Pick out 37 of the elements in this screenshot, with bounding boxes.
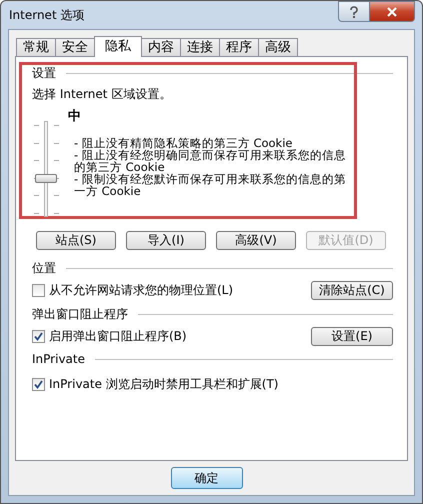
checkbox[interactable] xyxy=(32,378,45,391)
level-name: 中 xyxy=(68,108,82,125)
zone-prompt: 选择 Internet 区域设置。 xyxy=(32,86,172,103)
tab[interactable]: 安全 xyxy=(55,38,95,56)
dialog-button[interactable]: 高级(V) xyxy=(216,231,296,250)
checkbox-label[interactable]: 启用弹出窗口阻止程序(B) xyxy=(49,328,187,345)
description-line: - 限制没有经您默许而保存可用来联系您的信息的第一方 Cookie xyxy=(74,173,346,197)
question-icon xyxy=(349,6,359,18)
close-icon xyxy=(386,6,398,16)
description-line: - 阻止没有经您明确同意而保存可用来联系您的信息的第三方 Cookie xyxy=(74,149,346,173)
tab[interactable]: 常规 xyxy=(16,38,56,56)
ok-button[interactable]: 确定 xyxy=(170,467,242,489)
tab[interactable]: 程序 xyxy=(219,38,259,56)
close-button[interactable] xyxy=(369,1,415,22)
privacy-slider[interactable] xyxy=(32,121,62,217)
section-heading: 弹出窗口阻止程序 xyxy=(32,306,128,323)
tab[interactable]: 连接 xyxy=(180,38,220,56)
dialog-button[interactable]: 站点(S) xyxy=(36,231,116,250)
settings-button[interactable]: 设置(E) xyxy=(311,327,393,346)
window-title: Internet 选项 xyxy=(8,6,84,24)
check-icon xyxy=(34,380,43,389)
check-icon xyxy=(34,332,43,341)
slider-thumb[interactable] xyxy=(35,174,57,183)
checkbox[interactable] xyxy=(32,330,45,343)
description-line: - 阻止没有精简隐私策略的第三方 Cookie xyxy=(74,137,292,149)
help-button[interactable] xyxy=(338,1,369,22)
dialog-button[interactable]: 导入(I) xyxy=(126,231,206,250)
section-heading: 位置 xyxy=(32,260,56,277)
tab[interactable]: 隐私 xyxy=(94,36,142,57)
section-heading: 设置 xyxy=(32,65,56,82)
checkbox-label[interactable]: InPrivate 浏览启动时禁用工具栏和扩展(T) xyxy=(49,376,278,393)
checkbox-label[interactable]: 从不允许网站请求您的物理位置(L) xyxy=(49,282,234,299)
tab[interactable]: 高级 xyxy=(258,38,298,56)
clear-sites-button[interactable]: 清除站点(C) xyxy=(311,281,393,300)
checkbox[interactable] xyxy=(32,284,45,297)
tab[interactable]: 内容 xyxy=(141,38,181,56)
section-heading: InPrivate xyxy=(32,352,85,366)
